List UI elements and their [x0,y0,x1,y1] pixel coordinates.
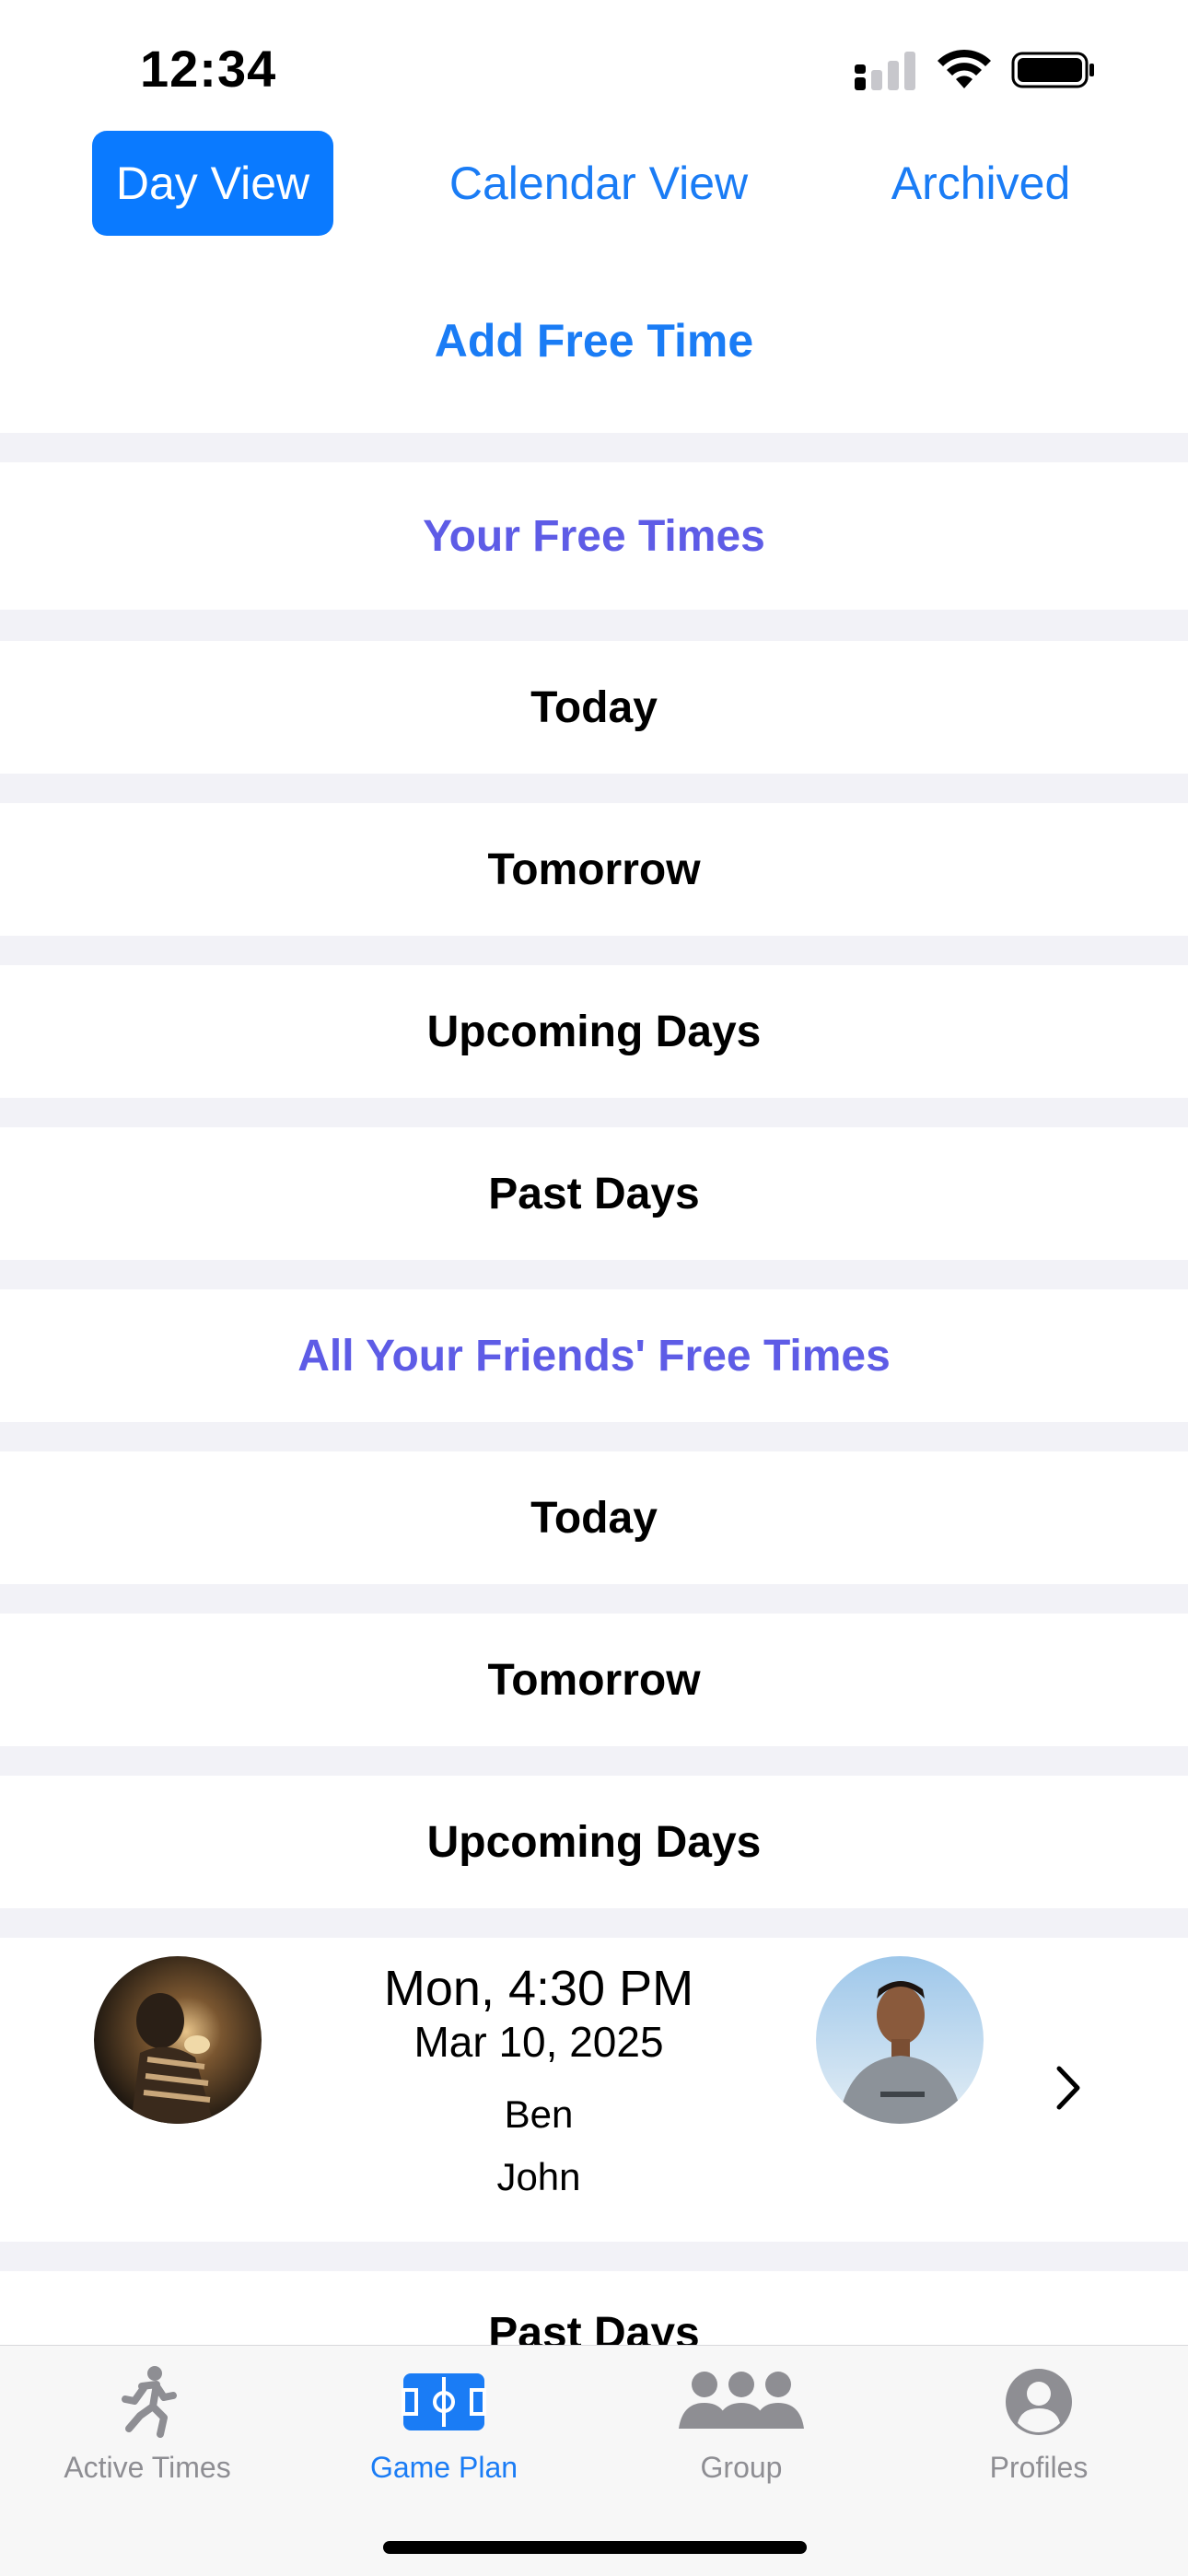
tab-game-plan[interactable]: Game Plan [329,2364,559,2493]
your-today-row[interactable]: Today [0,641,1188,774]
tab-label: Profiles [989,2451,1089,2484]
slot-participant: John [496,2155,581,2198]
soccer-field-icon [402,2373,486,2430]
running-figure-icon [122,2366,177,2438]
your-upcoming-days-row[interactable]: Upcoming Days [0,965,1188,1098]
clock: 12:34 [140,40,277,98]
tab-group[interactable]: Group [626,2364,856,2493]
people-group-icon [679,2372,804,2429]
friends-today-row[interactable]: Today [0,1451,1188,1584]
wifi-icon [938,49,991,88]
archived-button[interactable]: Archived [866,131,1096,236]
tab-label: Group [700,2451,783,2484]
avatar-john [816,1956,984,2124]
slot-participant: Ben [504,2092,574,2136]
friends-past-days-row[interactable]: Past Days [0,2271,1188,2345]
tab-bar: Active Times Game Plan Group Profiles [0,2345,1188,2576]
day-view-button[interactable]: Day View [92,131,333,236]
tab-label: Game Plan [369,2451,518,2484]
slot-day-time: Mon, 4:30 PM [383,1961,694,2016]
person-circle-icon [1006,2369,1072,2435]
cellular-signal-icon [855,52,915,90]
avatar-ben [94,1956,262,2124]
chevron-right-icon[interactable] [1050,2056,1087,2120]
friends-tomorrow-row[interactable]: Tomorrow [0,1614,1188,1746]
tab-label: Active Times [64,2451,231,2484]
friends-upcoming-days-row[interactable]: Upcoming Days [0,1776,1188,1908]
view-segmented-control: Day View Calendar View Archived [0,129,1188,249]
battery-icon [1011,52,1094,88]
calendar-view-button[interactable]: Calendar View [433,131,764,236]
tab-active-times[interactable]: Active Times [32,2364,262,2493]
tab-profiles[interactable]: Profiles [924,2364,1154,2493]
free-time-slot-row[interactable]: Mon, 4:30 PM Mar 10, 2025 Ben John [0,1938,1188,2242]
add-free-time-button[interactable]: Add Free Time [0,249,1188,433]
slot-date: Mar 10, 2025 [413,2018,664,2066]
friends-past-days-label: Past Days [488,2309,700,2345]
status-bar: 12:34 [0,0,1188,129]
home-indicator [383,2541,807,2554]
friends-free-times-header: All Your Friends' Free Times [0,1289,1188,1422]
your-free-times-header: Your Free Times [0,462,1188,610]
your-tomorrow-row[interactable]: Tomorrow [0,803,1188,936]
your-past-days-row[interactable]: Past Days [0,1127,1188,1260]
